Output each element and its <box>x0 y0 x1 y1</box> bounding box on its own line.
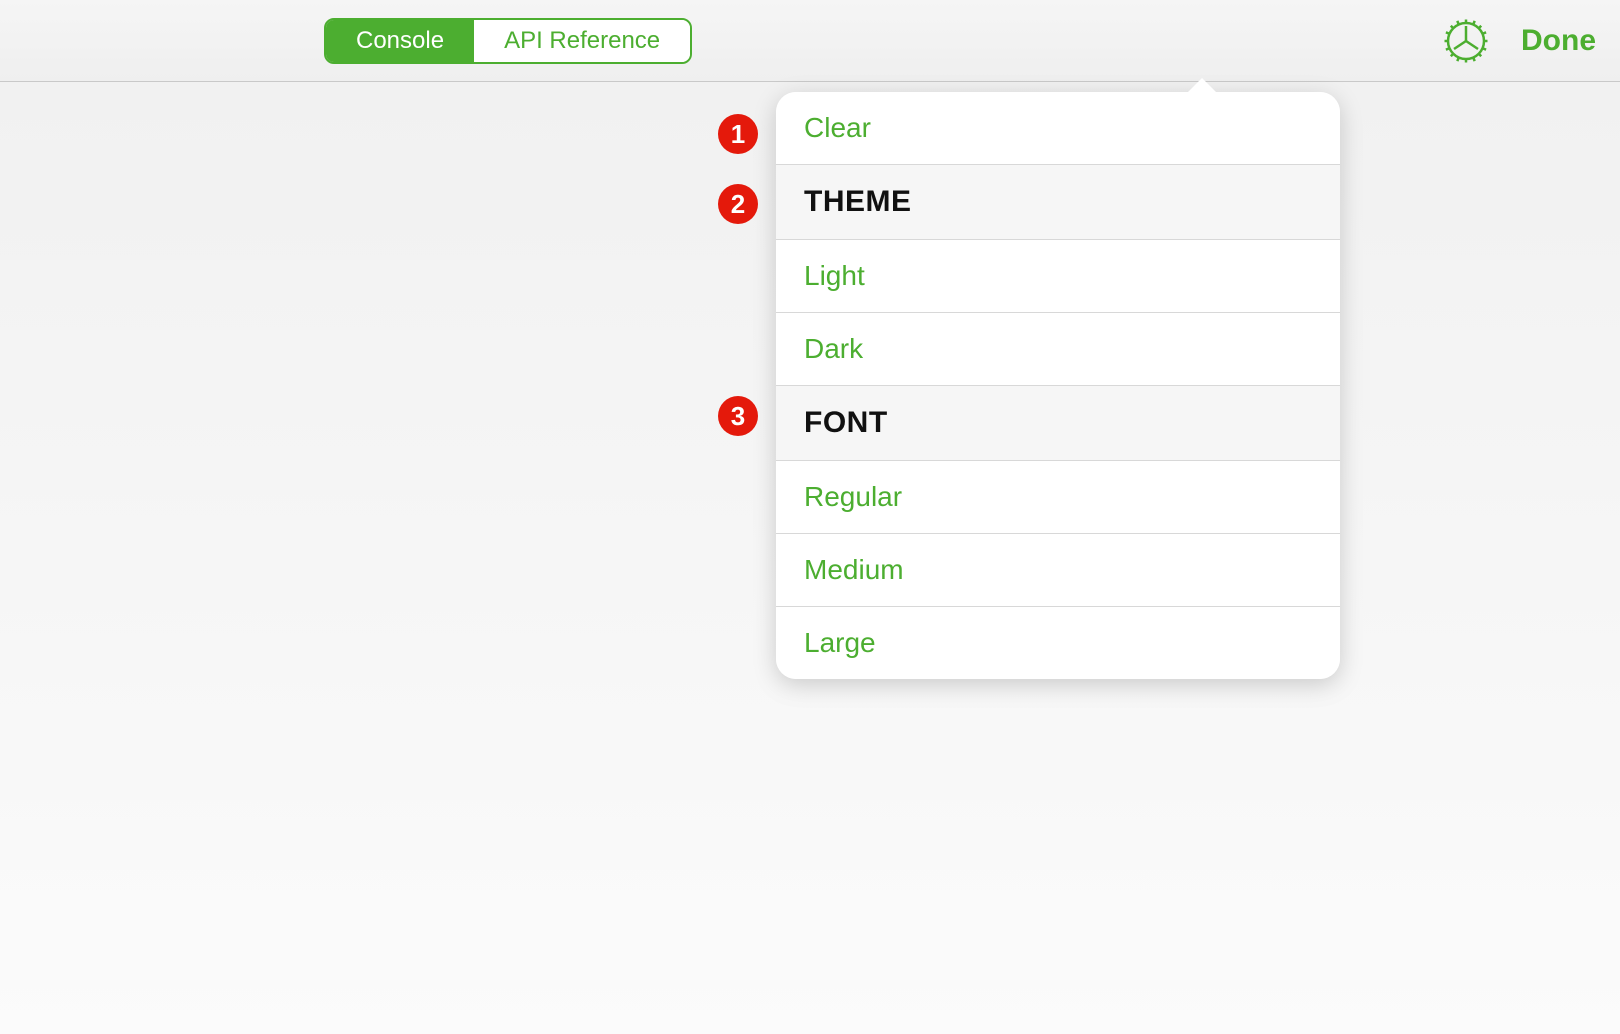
tab-api-reference-label: API Reference <box>504 27 660 55</box>
toolbar-right: Done <box>1441 16 1596 66</box>
theme-option-dark[interactable]: Dark <box>776 313 1340 386</box>
theme-header-label: THEME <box>804 185 912 218</box>
segmented-control: Console API Reference <box>324 18 692 64</box>
font-regular-label: Regular <box>804 481 902 512</box>
font-option-large[interactable]: Large <box>776 607 1340 679</box>
gear-icon[interactable] <box>1441 16 1491 66</box>
font-medium-label: Medium <box>804 554 904 585</box>
annotation-badge-3-label: 3 <box>731 401 745 432</box>
annotation-badge-2-label: 2 <box>731 189 745 220</box>
annotation-badge-3: 3 <box>718 396 758 436</box>
toolbar: Console API Reference <box>0 0 1620 82</box>
done-button-label: Done <box>1521 24 1596 57</box>
theme-dark-label: Dark <box>804 333 863 364</box>
theme-option-light[interactable]: Light <box>776 240 1340 313</box>
tab-api-reference[interactable]: API Reference <box>474 20 690 62</box>
tab-console[interactable]: Console <box>326 20 474 62</box>
settings-popover-inner: Clear THEME Light Dark FONT Regular Medi… <box>776 92 1340 679</box>
annotation-badge-2: 2 <box>718 184 758 224</box>
font-option-medium[interactable]: Medium <box>776 534 1340 607</box>
settings-popover: Clear THEME Light Dark FONT Regular Medi… <box>776 92 1340 679</box>
clear-label: Clear <box>804 112 871 143</box>
font-section-header: FONT <box>776 386 1340 461</box>
annotation-badge-1-label: 1 <box>731 119 745 150</box>
font-option-regular[interactable]: Regular <box>776 461 1340 534</box>
tab-console-label: Console <box>356 27 444 55</box>
clear-button[interactable]: Clear <box>776 92 1340 165</box>
theme-section-header: THEME <box>776 165 1340 240</box>
font-large-label: Large <box>804 627 876 658</box>
annotation-badge-1: 1 <box>718 114 758 154</box>
done-button[interactable]: Done <box>1521 24 1596 58</box>
font-header-label: FONT <box>804 406 888 439</box>
theme-light-label: Light <box>804 260 865 291</box>
